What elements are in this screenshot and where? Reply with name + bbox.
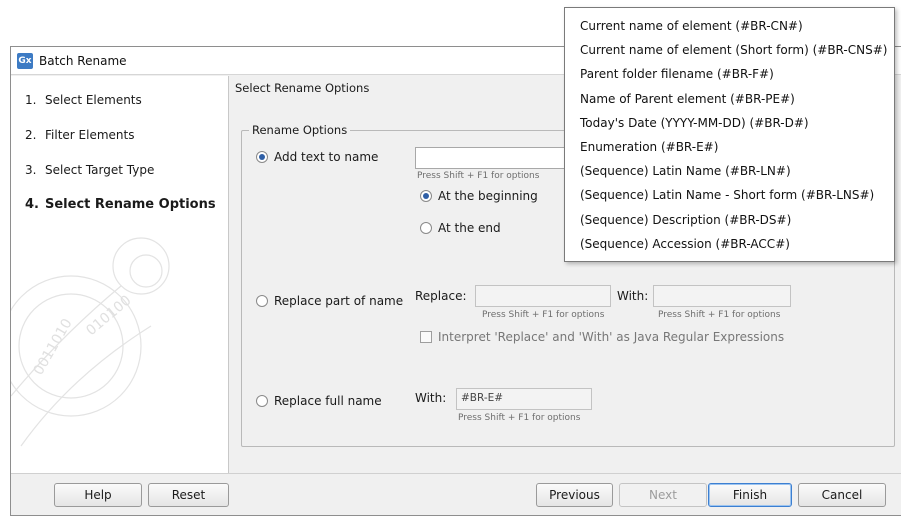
add-text-input[interactable]: [415, 147, 575, 169]
wizard-steps-panel: 1. Select Elements 2. Filter Elements 3. Se…: [11, 76, 229, 473]
step-number: 1.: [25, 93, 37, 107]
popup-item-description[interactable]: (Sequence) Description (#BR-DS#): [565, 208, 894, 232]
checkbox-icon: [420, 331, 432, 343]
full-with-hint: Press Shift + F1 for options: [458, 413, 581, 423]
with-label: With:: [617, 289, 649, 303]
with-hint: Press Shift + F1 for options: [658, 310, 781, 320]
radio-checked-icon: [256, 151, 268, 163]
step-number: 4.: [25, 197, 39, 212]
popup-item-current-name[interactable]: Current name of element (#BR-CN#): [565, 14, 894, 38]
svg-text:010100: 010100: [83, 292, 134, 339]
popup-item-latin-name-short[interactable]: (Sequence) Latin Name - Short form (#BR-…: [565, 183, 894, 207]
replace-part-radio[interactable]: Replace part of name: [256, 294, 403, 308]
add-text-hint: Press Shift + F1 for options: [417, 171, 540, 181]
with-input[interactable]: [653, 285, 791, 307]
section-title: Select Rename Options: [235, 81, 370, 95]
placeholder-options-popup: Current name of element (#BR-CN#) Curren…: [564, 7, 895, 262]
radio-unchecked-icon: [256, 395, 268, 407]
finish-button[interactable]: Finish: [708, 483, 792, 507]
group-label: Rename Options: [249, 123, 351, 137]
next-button[interactable]: Next: [619, 483, 707, 507]
at-end-radio[interactable]: At the end: [420, 221, 501, 235]
step-select-target-type: 3. Select Target Type: [25, 163, 154, 177]
replace-part-label: Replace part of name: [274, 294, 404, 308]
replace-input[interactable]: [475, 285, 611, 307]
help-button[interactable]: Help: [54, 483, 142, 507]
regex-checkbox[interactable]: Interpret 'Replace' and 'With' as Java R…: [420, 330, 784, 344]
popup-item-parent-element[interactable]: Name of Parent element (#BR-PE#): [565, 87, 894, 111]
at-end-label: At the end: [438, 221, 501, 235]
step-select-rename-options: 4. Select Rename Options: [25, 197, 216, 212]
app-icon: Gx: [17, 52, 33, 69]
step-select-elements: 1. Select Elements: [25, 93, 142, 107]
step-filter-elements: 2. Filter Elements: [25, 128, 134, 142]
radio-unchecked-icon: [256, 295, 268, 307]
regex-label: Interpret 'Replace' and 'With' as Java R…: [438, 330, 785, 344]
radio-checked-icon: [420, 190, 432, 202]
at-beginning-radio[interactable]: At the beginning: [420, 189, 538, 203]
reset-button[interactable]: Reset: [148, 483, 229, 507]
at-beginning-label: At the beginning: [438, 189, 538, 203]
popup-item-todays-date[interactable]: Today's Date (YYYY-MM-DD) (#BR-D#): [565, 111, 894, 135]
window-title: Batch Rename: [39, 53, 127, 68]
replace-full-radio[interactable]: Replace full name: [256, 394, 382, 408]
popup-item-latin-name[interactable]: (Sequence) Latin Name (#BR-LN#): [565, 159, 894, 183]
full-with-input[interactable]: #BR-E#: [456, 388, 592, 410]
button-bar: Help Reset Previous Next Finish Cancel: [11, 473, 901, 515]
step-number: 3.: [25, 163, 37, 177]
cancel-button[interactable]: Cancel: [798, 483, 886, 507]
step-label: Filter Elements: [45, 128, 135, 142]
popup-item-enumeration[interactable]: Enumeration (#BR-E#): [565, 135, 894, 159]
watermark-logo-icon: 0011010 010100: [11, 237, 170, 447]
add-text-label: Add text to name: [274, 150, 379, 164]
replace-hint: Press Shift + F1 for options: [482, 310, 605, 320]
step-label: Select Target Type: [45, 163, 155, 177]
step-number: 2.: [25, 128, 37, 142]
popup-item-current-name-short[interactable]: Current name of element (Short form) (#B…: [565, 38, 894, 62]
popup-item-accession[interactable]: (Sequence) Accession (#BR-ACC#): [565, 232, 894, 256]
step-label: Select Rename Options: [45, 197, 216, 212]
radio-unchecked-icon: [420, 222, 432, 234]
popup-item-parent-folder[interactable]: Parent folder filename (#BR-F#): [565, 62, 894, 86]
previous-button[interactable]: Previous: [536, 483, 613, 507]
step-label: Select Elements: [45, 93, 142, 107]
full-with-label: With:: [415, 391, 447, 405]
replace-full-label: Replace full name: [274, 394, 382, 408]
svg-text:0011010: 0011010: [31, 316, 76, 378]
replace-label: Replace:: [415, 289, 467, 303]
add-text-radio[interactable]: Add text to name: [256, 150, 378, 164]
